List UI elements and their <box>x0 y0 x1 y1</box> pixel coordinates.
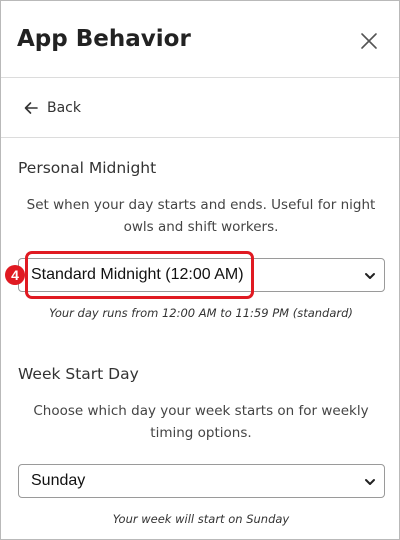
personal-midnight-select[interactable]: Standard Midnight (12:00 AM) <box>18 258 385 292</box>
week-start-selected-value: Sunday <box>31 472 86 489</box>
back-label: Back <box>47 100 81 116</box>
back-button[interactable]: Back <box>23 98 81 118</box>
personal-midnight-description: Set when your day starts and ends. Usefu… <box>26 197 376 235</box>
chevron-down-icon <box>365 479 375 485</box>
personal-midnight-title: Personal Midnight <box>18 159 157 177</box>
personal-midnight-selected-value: Standard Midnight (12:00 AM) <box>31 266 244 283</box>
arrow-left-icon <box>24 102 38 114</box>
page-title: App Behavior <box>17 26 191 52</box>
annotation-step-badge: 4 <box>5 265 25 285</box>
close-button[interactable] <box>357 29 381 53</box>
app-behavior-panel: App Behavior Back Personal Midnight Set … <box>0 0 400 540</box>
panel-header: App Behavior <box>1 1 399 78</box>
week-start-description: Choose which day your week starts on for… <box>33 403 369 441</box>
close-icon <box>361 33 377 49</box>
chevron-down-icon <box>365 273 375 279</box>
back-row: Back <box>1 78 399 138</box>
personal-midnight-hint: Your day runs from 12:00 AM to 11:59 PM … <box>49 306 353 320</box>
week-start-title: Week Start Day <box>18 365 139 383</box>
week-start-hint: Your week will start on Sunday <box>112 512 290 526</box>
week-start-select[interactable]: Sunday <box>18 464 385 498</box>
